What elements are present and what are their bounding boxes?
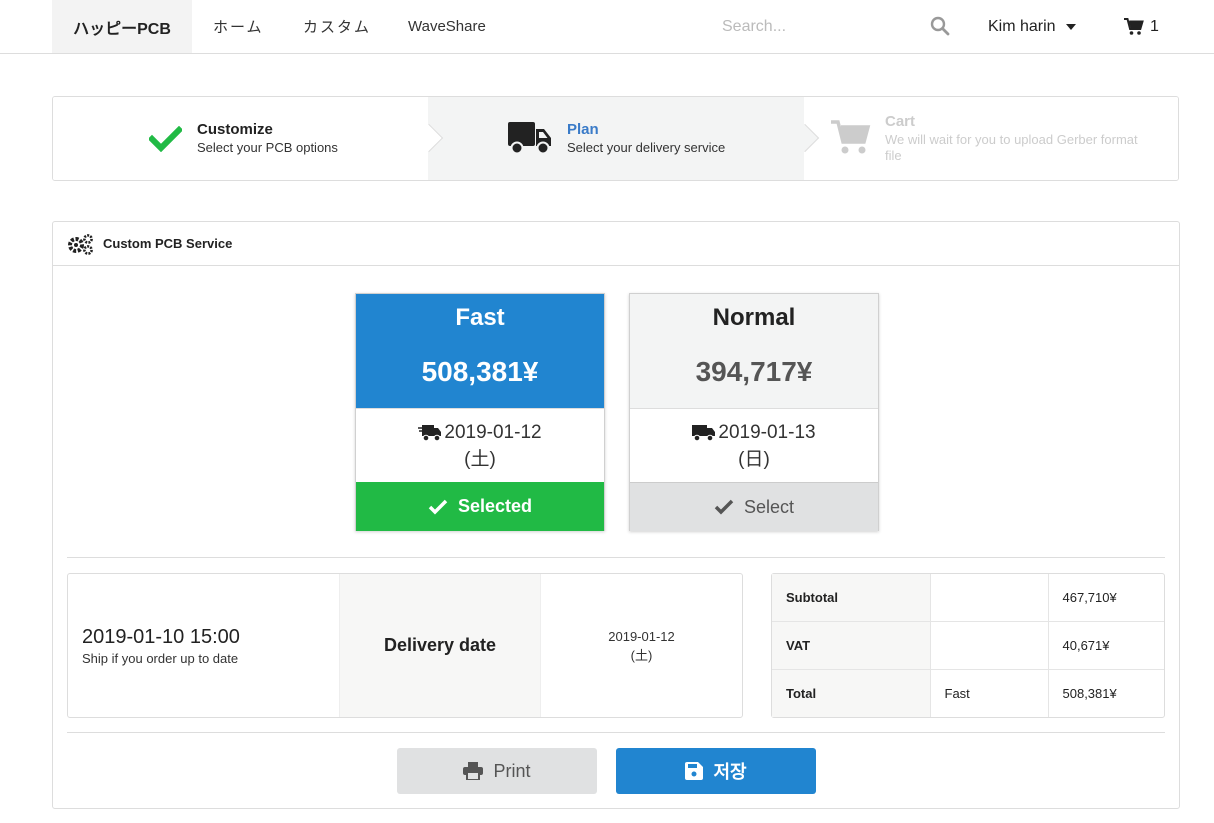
vat-label: VAT xyxy=(772,621,931,671)
option-day: (土) xyxy=(464,448,496,470)
truck-icon xyxy=(508,122,551,155)
step-subtitle: Select your delivery service xyxy=(567,140,726,155)
order-steps: Customize Select your PCB options Plan S… xyxy=(52,96,1179,181)
check-icon xyxy=(714,499,734,515)
divider xyxy=(67,557,1165,558)
step-title: Plan xyxy=(567,121,599,138)
delivery-option-fast[interactable]: Fast 508,381¥ 2019-01-12 (土) Selected xyxy=(355,293,605,531)
brand-link[interactable]: ハッピーPCB xyxy=(52,0,192,53)
truck-icon xyxy=(692,424,716,441)
caret-down-icon xyxy=(1065,23,1076,30)
delivery-date-value: 2019-01-12 xyxy=(608,628,675,644)
user-menu[interactable]: Kim harin xyxy=(988,0,1076,53)
step-title: Customize xyxy=(197,121,273,138)
print-button-label: Print xyxy=(493,760,531,781)
total-plan: Fast xyxy=(930,669,1049,717)
option-price: 394,717¥ xyxy=(695,356,813,387)
nav-link-custom[interactable]: カスタム xyxy=(303,0,371,53)
save-button[interactable]: 저장 xyxy=(616,748,816,794)
print-icon xyxy=(463,762,484,780)
subtotal-note xyxy=(930,574,1049,622)
step-cart: Cart We will wait for you to upload Gerb… xyxy=(804,97,1178,180)
subtotal-value: 467,710¥ xyxy=(1048,574,1164,622)
ship-deadline: 2019-01-10 15:00 xyxy=(82,625,240,648)
shipping-info: 2019-01-10 15:00 Ship if you order up to… xyxy=(67,573,743,718)
nav-link-home[interactable]: ホーム xyxy=(213,0,264,53)
check-icon xyxy=(149,126,182,152)
cogs-icon xyxy=(68,233,93,255)
search-input[interactable] xyxy=(722,13,952,41)
table-row: Subtotal 467,710¥ xyxy=(772,574,1164,622)
option-date: 2019-01-13 (日) xyxy=(630,408,878,482)
table-row: Total Fast 508,381¥ xyxy=(772,669,1164,717)
user-name: Kim harin xyxy=(988,17,1056,35)
search-icon[interactable] xyxy=(930,16,950,36)
selected-button[interactable]: Selected xyxy=(356,482,604,531)
print-button[interactable]: Print xyxy=(397,748,597,794)
step-subtitle: Select your PCB options xyxy=(197,140,338,155)
top-navbar: ハッピーPCB ホーム カスタム WaveShare Kim harin 1 xyxy=(0,0,1214,54)
delivery-option-normal[interactable]: Normal 394,717¥ 2019-01-13 (日) Select xyxy=(629,293,879,531)
cart-link[interactable]: 1 xyxy=(1124,0,1159,53)
select-button[interactable]: Select xyxy=(630,482,878,531)
option-day: (日) xyxy=(738,448,770,470)
total-value: 508,381¥ xyxy=(1062,686,1117,702)
cart-count: 1 xyxy=(1150,17,1159,35)
ship-deadline-note: Ship if you order up to date xyxy=(82,650,239,666)
table-row: VAT 40,671¥ xyxy=(772,621,1164,671)
option-price: 508,381¥ xyxy=(421,356,539,387)
panel-header: Custom PCB Service xyxy=(53,222,1179,266)
step-plan[interactable]: Plan Select your delivery service xyxy=(428,97,820,180)
save-button-label: 저장 xyxy=(713,762,747,782)
price-summary: Subtotal 467,710¥ VAT 40,671¥ Total Fast… xyxy=(771,573,1165,718)
option-name: Normal xyxy=(712,304,796,331)
save-icon xyxy=(685,762,704,780)
option-name: Fast xyxy=(455,304,505,331)
delivery-day-value: (土) xyxy=(630,647,653,663)
cart-icon xyxy=(1124,17,1144,35)
option-date-value: 2019-01-13 xyxy=(718,422,816,443)
nav-link-waveshare[interactable]: WaveShare xyxy=(408,0,486,53)
custom-pcb-service-panel: Custom PCB Service Fast 508,381¥ 2019-01… xyxy=(52,221,1180,809)
vat-value: 40,671¥ xyxy=(1048,621,1164,671)
option-date-value: 2019-01-12 xyxy=(444,422,542,443)
step-customize[interactable]: Customize Select your PCB options xyxy=(53,97,444,180)
delivery-date-label: Delivery date xyxy=(339,574,541,717)
select-button-label: Select xyxy=(743,496,795,517)
subtotal-label: Subtotal xyxy=(772,574,931,622)
cart-icon xyxy=(831,120,871,154)
selected-button-label: Selected xyxy=(457,496,533,516)
fast-truck-icon xyxy=(418,424,442,441)
check-icon xyxy=(428,499,448,514)
total-label: Total xyxy=(772,669,931,717)
vat-note xyxy=(930,621,1049,671)
option-date: 2019-01-12 (土) xyxy=(356,408,604,482)
step-title: Cart xyxy=(885,113,916,130)
panel-title: Custom PCB Service xyxy=(103,236,233,251)
step-subtitle: We will wait for you to upload Gerber fo… xyxy=(885,132,1138,163)
divider xyxy=(67,732,1165,733)
